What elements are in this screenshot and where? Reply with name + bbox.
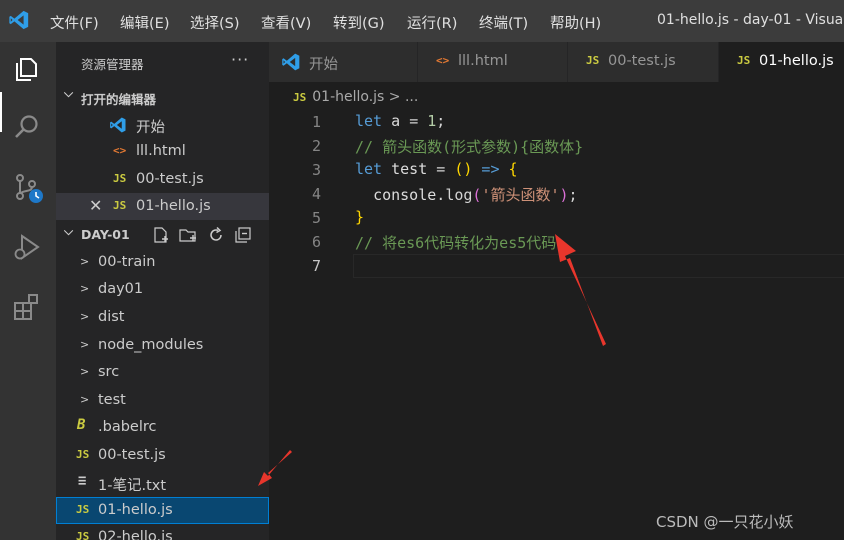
menu-terminal[interactable]: 终端(T) <box>479 12 528 33</box>
html-file-icon: <> <box>436 54 450 67</box>
code-line: 2 // 箭头函数(形式参数){函数体} <box>269 134 844 158</box>
chevron-right-icon: > <box>80 365 90 378</box>
breadcrumb-separator: > ... <box>384 89 419 105</box>
vscode-icon <box>282 53 300 71</box>
line-number: 5 <box>311 209 321 227</box>
line-number: 1 <box>311 113 321 131</box>
explorer-sidebar: 资源管理器 ··· ⌵ 打开的编辑器 开始 <> lll.html JS 00-… <box>56 42 269 540</box>
vscode-icon <box>110 117 126 133</box>
code-line-current: 7 <box>269 254 844 278</box>
watermark: CSDN @一只花小妖 <box>656 513 794 531</box>
js-file-icon: JS <box>293 91 307 104</box>
source-control-icon[interactable] <box>10 170 44 204</box>
close-icon[interactable]: ✕ <box>89 196 102 215</box>
open-editor-item[interactable]: JS 00-test.js <box>56 166 269 193</box>
chevron-down-icon: ⌵ <box>64 224 74 238</box>
chevron-right-icon: > <box>80 338 90 351</box>
js-file-icon: JS <box>113 199 127 212</box>
menu-go[interactable]: 转到(G) <box>333 12 385 33</box>
file-item[interactable]: JS 02-hello.js <box>56 524 269 540</box>
code-line: 6 // 将es6代码转化为es5代码 <box>269 230 844 254</box>
folder-item[interactable]: > day01 <box>56 276 269 303</box>
extensions-icon[interactable] <box>10 290 44 324</box>
chevron-down-icon: ⌵ <box>64 86 74 100</box>
more-actions-icon[interactable]: ··· <box>231 50 249 69</box>
line-number: 7 <box>311 257 321 275</box>
line-number: 2 <box>311 137 321 155</box>
babel-file-icon: B <box>77 417 86 433</box>
js-file-icon: JS <box>113 172 127 185</box>
chevron-right-icon: > <box>80 393 90 406</box>
open-editor-item[interactable]: 开始 <box>56 111 269 138</box>
html-file-icon: <> <box>113 144 127 157</box>
menu-edit[interactable]: 编辑(E) <box>120 12 169 33</box>
js-file-icon: JS <box>76 503 90 516</box>
chevron-right-icon: > <box>80 282 90 295</box>
menu-help[interactable]: 帮助(H) <box>550 12 601 33</box>
folder-item[interactable]: > dist <box>56 304 269 331</box>
menu-run[interactable]: 运行(R) <box>407 12 457 33</box>
refresh-icon[interactable] <box>207 226 225 244</box>
code-line: 4 console.log('箭头函数'); <box>269 182 844 206</box>
text-file-icon: ≡ <box>78 473 87 489</box>
code-line: 1 let a = 1; <box>269 110 844 134</box>
tab-01-hello-js[interactable]: JS 01-hello.js <box>719 42 844 82</box>
breadcrumb-file[interactable]: 01-hello.js <box>312 89 384 105</box>
tab-00-test-js[interactable]: JS 00-test.js <box>568 42 719 82</box>
open-editor-item-active[interactable]: ✕ JS 01-hello.js <box>56 193 269 220</box>
current-line-highlight <box>353 254 844 278</box>
run-debug-icon[interactable] <box>10 230 44 264</box>
new-folder-icon[interactable] <box>178 226 198 244</box>
code-line: 5 } <box>269 206 844 230</box>
vscode-logo-icon <box>9 10 29 30</box>
open-editor-item[interactable]: <> lll.html <box>56 138 269 165</box>
menu-view[interactable]: 查看(V) <box>261 12 311 33</box>
folder-item[interactable]: > src <box>56 359 269 386</box>
editor-tab-bar: 开始 <> lll.html JS 00-test.js JS 01-hello… <box>269 42 844 82</box>
tab-lll-html[interactable]: <> lll.html <box>418 42 568 82</box>
title-bar: 文件(F) 编辑(E) 选择(S) 查看(V) 转到(G) 运行(R) 终端(T… <box>0 0 844 42</box>
search-icon[interactable] <box>10 110 44 144</box>
activity-bar <box>0 42 56 540</box>
menu-selection[interactable]: 选择(S) <box>190 12 240 33</box>
tab-start[interactable]: 开始 <box>269 42 418 82</box>
line-number: 4 <box>311 185 321 203</box>
chevron-right-icon: > <box>80 310 90 323</box>
breadcrumb[interactable]: JS 01-hello.js > ... <box>293 89 418 105</box>
collapse-all-icon[interactable] <box>234 226 252 244</box>
window-title: 01-hello.js - day-01 - Visual S <box>657 12 844 28</box>
js-file-icon: JS <box>737 54 751 67</box>
code-editor[interactable]: 1 let a = 1; 2 // 箭头函数(形式参数){函数体} 3 let … <box>269 110 844 540</box>
js-file-icon: JS <box>76 448 90 461</box>
folder-item[interactable]: > 00-train <box>56 249 269 276</box>
new-file-icon[interactable] <box>152 226 170 244</box>
file-item[interactable]: ≡ 1-笔记.txt <box>56 469 269 496</box>
file-item[interactable]: JS 00-test.js <box>56 442 269 469</box>
menu-file[interactable]: 文件(F) <box>50 12 99 33</box>
explorer-title: 资源管理器 <box>81 57 144 72</box>
line-number: 3 <box>311 161 321 179</box>
folder-header[interactable]: ⌵ DAY-01 <box>56 223 269 247</box>
explorer-icon[interactable] <box>10 52 44 86</box>
js-file-icon: JS <box>586 54 600 67</box>
line-number: 6 <box>311 233 321 251</box>
folder-item[interactable]: > node_modules <box>56 332 269 359</box>
js-file-icon: JS <box>76 530 90 540</box>
file-item[interactable]: B .babelrc <box>56 414 269 441</box>
folder-item[interactable]: > test <box>56 387 269 414</box>
chevron-right-icon: > <box>80 255 90 268</box>
file-item-selected[interactable]: JS 01-hello.js <box>56 497 269 524</box>
active-indicator <box>0 92 2 132</box>
open-editors-header[interactable]: ⌵ 打开的编辑器 <box>56 85 269 109</box>
code-line: 3 let test = () => { <box>269 158 844 182</box>
